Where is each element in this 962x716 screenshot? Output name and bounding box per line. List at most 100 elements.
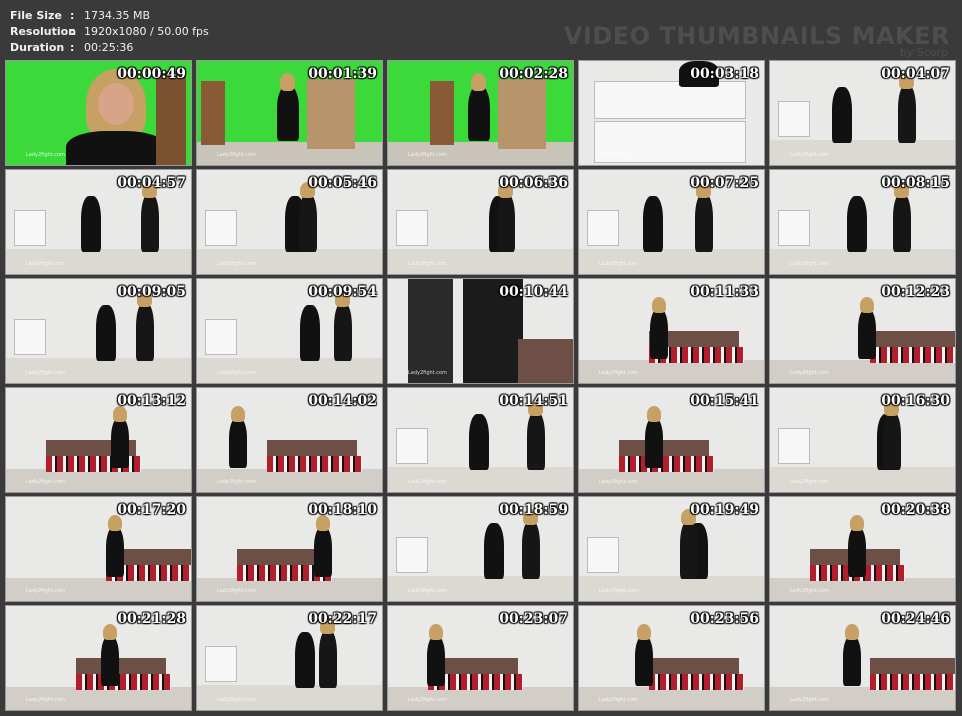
timestamp: 00:17:20 <box>117 502 186 518</box>
timestamp: 00:09:54 <box>308 284 377 300</box>
video-thumbnail[interactable]: Lady2fight.com 00:14:02 <box>196 387 383 493</box>
figure-shape <box>468 86 490 141</box>
bed-shape <box>649 674 744 690</box>
video-thumbnail[interactable]: Lady2fight.com 00:17:20 <box>5 496 192 602</box>
video-thumbnail[interactable]: Lady2fight.com 00:16:30 <box>769 387 956 493</box>
cabinet-shape <box>205 210 237 246</box>
video-thumbnail[interactable]: Lady2fight.com 00:02:28 <box>387 60 574 166</box>
door-shape <box>307 79 355 149</box>
watermark: Lady2fight.com <box>26 152 65 158</box>
timestamp: 00:10:44 <box>499 284 568 300</box>
watermark: Lady2fight.com <box>26 588 65 594</box>
hair-shape <box>845 624 859 640</box>
duration-value: 00:25:36 <box>84 41 134 54</box>
video-thumbnail[interactable]: Lady2fight.com 00:23:07 <box>387 605 574 711</box>
video-thumbnail[interactable]: Lady2fight.com 00:14:51 <box>387 387 574 493</box>
watermark: Lady2fight.com <box>790 479 829 485</box>
cabinet-shape <box>778 101 810 137</box>
figure-shape <box>893 194 911 252</box>
timestamp: 00:22:17 <box>308 611 377 627</box>
figure-shape <box>111 418 129 468</box>
hair-shape <box>471 73 486 91</box>
figure-shape <box>141 194 159 252</box>
file-size-row: File Size : 1734.35 MB <box>10 8 209 24</box>
video-thumbnail[interactable]: Lady2fight.com 00:09:05 <box>5 278 192 384</box>
figure-shape <box>136 303 154 361</box>
video-thumbnail[interactable]: Lady2fight.com 00:18:59 <box>387 496 574 602</box>
figure-shape <box>645 418 663 468</box>
video-thumbnail[interactable]: Lady2fight.com 00:15:41 <box>578 387 765 493</box>
watermark: Lady2fight.com <box>790 588 829 594</box>
hair-shape <box>103 624 117 640</box>
hair-shape <box>280 73 295 91</box>
video-thumbnail[interactable]: Lady2fight.com 00:19:49 <box>578 496 765 602</box>
figure-shape <box>295 632 315 688</box>
duration-row: Duration : 00:25:36 <box>10 40 209 56</box>
timestamp: 00:13:12 <box>117 393 186 409</box>
video-thumbnail[interactable]: Lady2fight.com 00:09:54 <box>196 278 383 384</box>
timestamp: 00:14:02 <box>308 393 377 409</box>
figure-shape <box>277 86 299 141</box>
hair-shape <box>647 406 661 422</box>
video-thumbnail[interactable]: Lady2fight.com 00:08:15 <box>769 169 956 275</box>
timestamp: 00:00:49 <box>117 66 186 82</box>
timestamp: 00:04:07 <box>881 66 950 82</box>
video-thumbnail[interactable]: Lady2fight.com 00:22:17 <box>196 605 383 711</box>
watermark: Lady2fight.com <box>790 152 829 158</box>
brand-title: VIDEO THUMBNAILS MAKER <box>563 22 950 50</box>
bed-shape <box>76 674 171 690</box>
door-shape <box>498 79 546 149</box>
video-thumbnail[interactable]: Lady2fight.com 00:01:39 <box>196 60 383 166</box>
figure-shape <box>299 194 317 252</box>
cabinet-shape <box>587 537 619 573</box>
face-shape <box>98 83 134 125</box>
watermark: Lady2fight.com <box>408 479 447 485</box>
video-thumbnail[interactable]: Lady2fight.com 00:18:10 <box>196 496 383 602</box>
thumbnail-grid: Lady2fight.com 00:00:49 Lady2fight.com 00:0… <box>5 60 957 711</box>
cabinet-shape <box>14 319 46 355</box>
bed-shape <box>870 347 955 363</box>
hair-shape <box>850 515 864 531</box>
video-thumbnail[interactable]: Lady2fight.com 00:06:36 <box>387 169 574 275</box>
timestamp: 00:12:23 <box>881 284 950 300</box>
video-thumbnail[interactable]: Lady2fight.com 00:13:12 <box>5 387 192 493</box>
timestamp: 00:07:25 <box>690 175 759 191</box>
figure-shape <box>101 636 119 686</box>
video-thumbnail[interactable]: Lady2fight.com 00:11:33 <box>578 278 765 384</box>
figure-shape <box>319 630 337 688</box>
timestamp: 00:23:07 <box>499 611 568 627</box>
timestamp: 00:09:05 <box>117 284 186 300</box>
video-thumbnail[interactable]: Lady2fight.com 00:12:23 <box>769 278 956 384</box>
video-thumbnail[interactable]: Lady2fight.com 00:24:46 <box>769 605 956 711</box>
timestamp: 00:18:10 <box>308 502 377 518</box>
video-thumbnail[interactable]: Lady2fight.com 00:21:28 <box>5 605 192 711</box>
watermark: Lady2fight.com <box>217 261 256 267</box>
video-thumbnail[interactable]: Lady2fight.com 00:10:44 <box>387 278 574 384</box>
bed-shape <box>870 674 955 690</box>
video-thumbnail[interactable]: Lady2fight.com 00:04:57 <box>5 169 192 275</box>
timestamp: 00:05:46 <box>308 175 377 191</box>
video-thumbnail[interactable]: Lady2fight.com 00:05:46 <box>196 169 383 275</box>
figure-shape <box>843 636 861 686</box>
cabinet-shape <box>396 428 428 464</box>
watermark: Lady2fight.com <box>599 152 638 158</box>
timestamp: 00:14:51 <box>499 393 568 409</box>
figure-shape <box>650 309 668 359</box>
watermark: Lady2fight.com <box>408 370 447 376</box>
door-shape <box>430 81 454 145</box>
figure-shape <box>469 414 489 470</box>
figure-shape <box>81 196 101 252</box>
video-thumbnail[interactable]: Lady2fight.com 00:03:18 <box>578 60 765 166</box>
figure-shape <box>300 305 320 361</box>
cabinet-shape <box>778 428 810 464</box>
drawer-shape <box>594 81 746 119</box>
video-thumbnail[interactable]: Lady2fight.com 00:07:25 <box>578 169 765 275</box>
figure-shape <box>858 309 876 359</box>
timestamp: 00:08:15 <box>881 175 950 191</box>
watermark: Lady2fight.com <box>599 588 638 594</box>
video-thumbnail[interactable]: Lady2fight.com 00:04:07 <box>769 60 956 166</box>
video-thumbnail[interactable]: Lady2fight.com 00:23:56 <box>578 605 765 711</box>
cabinet-shape <box>396 210 428 246</box>
video-thumbnail[interactable]: Lady2fight.com 00:00:49 <box>5 60 192 166</box>
video-thumbnail[interactable]: Lady2fight.com 00:20:38 <box>769 496 956 602</box>
